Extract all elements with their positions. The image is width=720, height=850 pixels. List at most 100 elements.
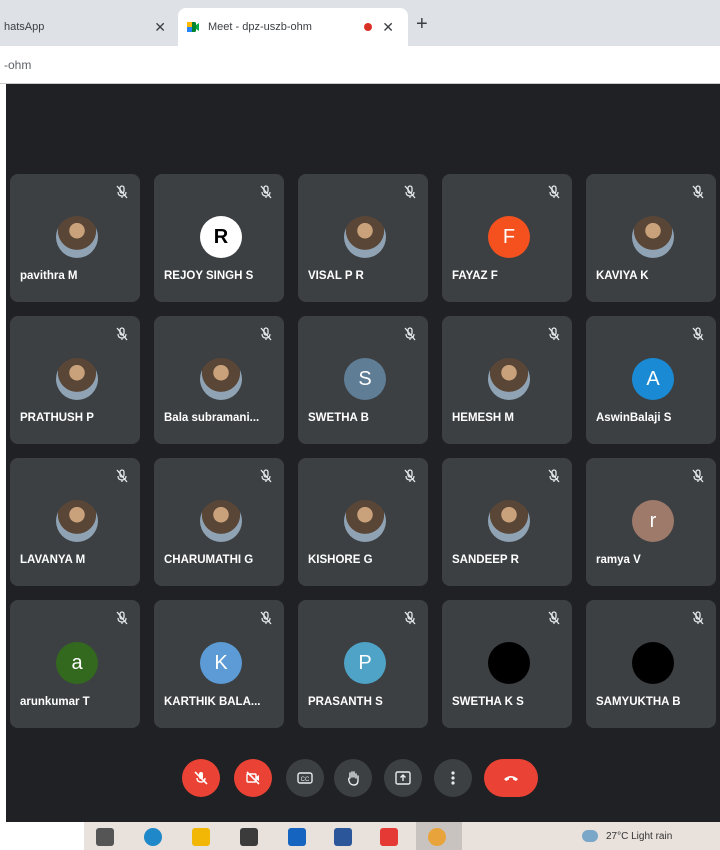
participant-tile[interactable]: SANDEEP R — [442, 458, 572, 586]
participant-tile[interactable]: PRATHUSH P — [10, 316, 140, 444]
participant-name: KISHORE G — [308, 554, 373, 566]
mic-muted-icon — [258, 326, 274, 342]
participant-name: LAVANYA M — [20, 554, 86, 566]
participant-tile[interactable]: HEMESH M — [442, 316, 572, 444]
captions-icon: CC — [296, 769, 314, 787]
file-explorer-icon[interactable] — [192, 828, 210, 846]
avatar — [632, 642, 674, 684]
task-view-icon[interactable] — [96, 828, 114, 846]
edge-icon[interactable] — [144, 828, 162, 846]
avatar: a — [56, 642, 98, 684]
avatar — [56, 216, 98, 258]
more-vert-icon — [444, 769, 462, 787]
avatar-initial: K — [214, 651, 228, 674]
participant-tile[interactable]: CHARUMATHI G — [154, 458, 284, 586]
tab-title: hatsApp — [4, 21, 45, 33]
participant-tile[interactable]: SWETHA K S — [442, 600, 572, 728]
mic-muted-icon — [258, 184, 274, 200]
mic-muted-icon — [690, 468, 706, 484]
weather-text: 27°C Light rain — [606, 830, 673, 842]
mic-muted-icon — [546, 184, 562, 200]
participant-tile[interactable]: K KARTHIK BALA... — [154, 600, 284, 728]
avatar: F — [488, 216, 530, 258]
avatar — [344, 216, 386, 258]
participant-name: REJOY SINGH S — [164, 270, 254, 282]
mic-muted-icon — [546, 468, 562, 484]
avatar — [56, 358, 98, 400]
tab-whatsapp[interactable]: hatsApp ✕ — [0, 8, 178, 46]
participant-tile[interactable]: pavithra M — [10, 174, 140, 302]
participant-tile[interactable]: R REJOY SINGH S — [154, 174, 284, 302]
mic-muted-icon — [402, 610, 418, 626]
avatar — [344, 500, 386, 542]
mic-muted-icon — [114, 326, 130, 342]
present-button[interactable] — [384, 759, 422, 797]
mic-muted-icon — [114, 468, 130, 484]
participant-name: Bala subramani... — [164, 412, 260, 424]
participant-tile[interactable]: KAVIYA K — [586, 174, 716, 302]
camera-toggle-button[interactable] — [234, 759, 272, 797]
participant-name: SAMYUKTHA B — [596, 696, 681, 708]
more-options-button[interactable] — [434, 759, 472, 797]
participant-name: ramya V — [596, 554, 641, 566]
weather-widget[interactable]: 27°C Light rain — [582, 830, 672, 842]
participant-tile[interactable]: P PRASANTH S — [298, 600, 428, 728]
mic-muted-icon — [402, 468, 418, 484]
avatar-initial: r — [649, 509, 657, 532]
participant-name: pavithra M — [20, 270, 78, 282]
mic-muted-icon — [402, 326, 418, 342]
participant-tile[interactable]: LAVANYA M — [10, 458, 140, 586]
participant-tile[interactable]: Bala subramani... — [154, 316, 284, 444]
taskbar-search-area[interactable] — [0, 822, 84, 850]
participant-name: HEMESH M — [452, 412, 514, 424]
tab-close-icon[interactable]: ✕ — [382, 19, 394, 36]
participant-tile[interactable]: S SWETHA B — [298, 316, 428, 444]
participant-name: SANDEEP R — [452, 554, 519, 566]
participant-tile[interactable]: a arunkumar T — [10, 600, 140, 728]
raise-hand-button[interactable] — [334, 759, 372, 797]
windows-taskbar: 27°C Light rain — [0, 822, 720, 850]
avatar-initial: S — [358, 367, 372, 390]
participant-name: SWETHA K S — [452, 696, 524, 708]
address-bar[interactable]: -ohm — [0, 46, 720, 84]
participant-tile[interactable]: r ramya V — [586, 458, 716, 586]
avatar — [632, 216, 674, 258]
avatar-initial: a — [71, 651, 83, 674]
new-tab-button[interactable]: + — [416, 14, 428, 34]
window-edge — [0, 84, 6, 850]
avatar — [488, 358, 530, 400]
avatar — [56, 500, 98, 542]
avatar — [488, 642, 530, 684]
store-icon[interactable] — [240, 828, 258, 846]
tab-meet[interactable]: Meet - dpz-uszb-ohm ✕ — [178, 8, 408, 46]
avatar-initial: P — [358, 651, 372, 674]
participant-tile[interactable]: F FAYAZ F — [442, 174, 572, 302]
hand-icon — [344, 769, 362, 787]
participant-tile[interactable]: KISHORE G — [298, 458, 428, 586]
leave-call-button[interactable] — [484, 759, 538, 797]
captions-button[interactable]: CC — [286, 759, 324, 797]
participant-name: KAVIYA K — [596, 270, 649, 282]
mic-muted-icon — [690, 326, 706, 342]
avatar — [200, 500, 242, 542]
svg-text:CC: CC — [301, 777, 310, 783]
mic-toggle-button[interactable] — [182, 759, 220, 797]
meet-favicon-icon — [186, 20, 200, 34]
participant-name: VISAL P R — [308, 270, 364, 282]
mic-off-icon — [192, 769, 210, 787]
tab-close-icon[interactable]: ✕ — [154, 19, 166, 36]
avatar: r — [632, 500, 674, 542]
chrome-icon[interactable] — [428, 828, 446, 846]
mail-icon[interactable] — [288, 828, 306, 846]
participant-name: CHARUMATHI G — [164, 554, 254, 566]
acrobat-icon[interactable] — [380, 828, 398, 846]
participant-name: SWETHA B — [308, 412, 369, 424]
participant-name: KARTHIK BALA... — [164, 696, 261, 708]
participant-tile[interactable]: SAMYUKTHA B — [586, 600, 716, 728]
participant-tile[interactable]: A AswinBalaji S — [586, 316, 716, 444]
word-icon[interactable] — [334, 828, 352, 846]
present-icon — [394, 769, 412, 787]
tab-title: Meet - dpz-uszb-ohm — [208, 21, 312, 33]
participant-tile[interactable]: VISAL P R — [298, 174, 428, 302]
participant-name: FAYAZ F — [452, 270, 498, 282]
